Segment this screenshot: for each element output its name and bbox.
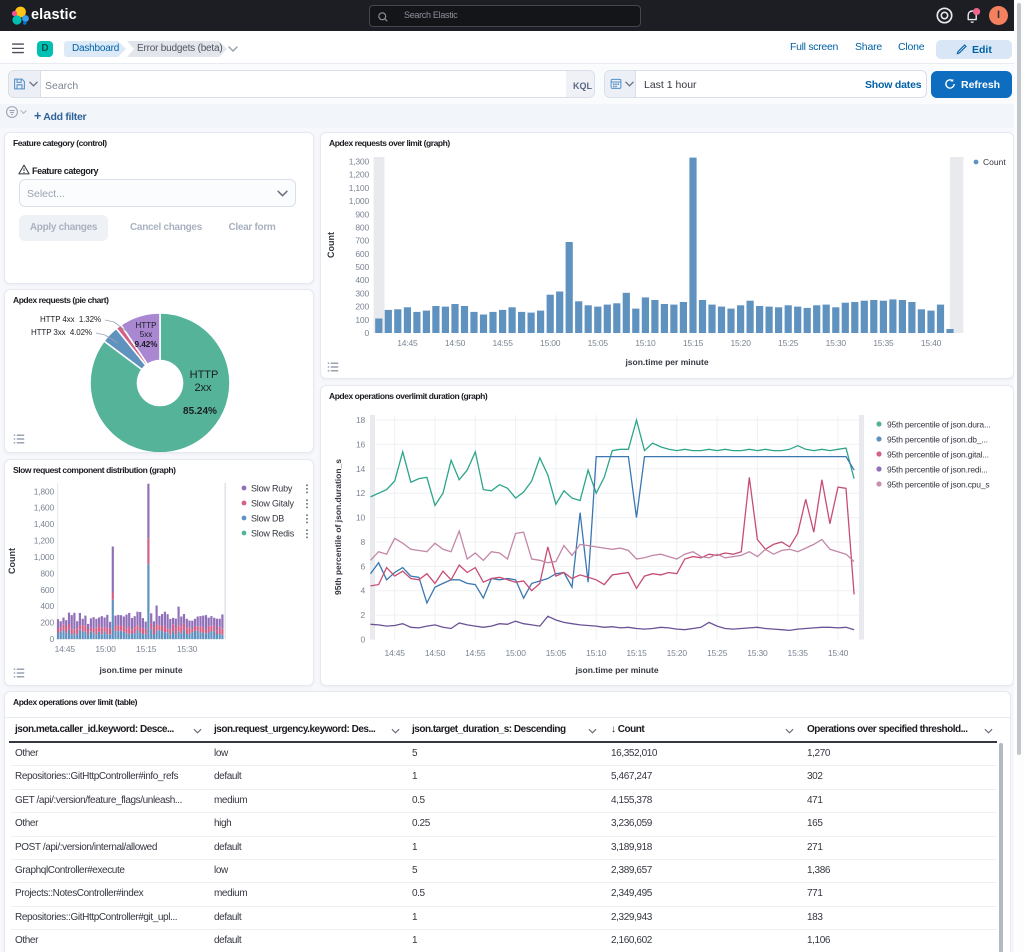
svg-text:0: 0 <box>364 328 369 338</box>
svg-text:1,200: 1,200 <box>349 170 370 180</box>
svg-text:400: 400 <box>355 275 369 285</box>
svg-text:2xx: 2xx <box>194 382 212 394</box>
svg-text:1,800: 1,800 <box>34 486 55 496</box>
svg-text:0: 0 <box>49 634 54 644</box>
svg-text:6: 6 <box>360 561 365 571</box>
svg-text:Count: Count <box>7 548 17 574</box>
svg-text:HTTP 3xx 4.02%: HTTP 3xx 4.02% <box>31 328 92 337</box>
svg-text:100: 100 <box>355 315 369 325</box>
svg-text:14:50: 14:50 <box>425 648 446 658</box>
svg-text:15:15: 15:15 <box>136 644 157 654</box>
svg-text:15:00: 15:00 <box>540 338 561 348</box>
svg-text:4: 4 <box>360 586 365 596</box>
svg-text:1,100: 1,100 <box>349 183 370 193</box>
svg-text:Slow Gitaly: Slow Gitaly <box>251 499 295 509</box>
svg-text:95th percentile of json.gital.: 95th percentile of json.gital... <box>887 450 989 460</box>
svg-text:15:05: 15:05 <box>588 338 609 348</box>
svg-text:800: 800 <box>40 568 54 578</box>
svg-text:15:15: 15:15 <box>683 338 704 348</box>
svg-text:HTTP: HTTP <box>190 369 219 381</box>
svg-text:10: 10 <box>356 513 366 523</box>
svg-text:15:35: 15:35 <box>788 648 809 658</box>
svg-text:15:40: 15:40 <box>921 338 942 348</box>
svg-text:300: 300 <box>355 288 369 298</box>
svg-text:14:50: 14:50 <box>445 338 466 348</box>
svg-text:95th percentile of json.db_...: 95th percentile of json.db_... <box>887 435 988 445</box>
svg-text:0: 0 <box>360 635 365 645</box>
svg-text:200: 200 <box>40 618 54 628</box>
svg-text:14:45: 14:45 <box>397 338 418 348</box>
svg-text:14:45: 14:45 <box>385 648 406 658</box>
svg-text:15:00: 15:00 <box>95 644 116 654</box>
svg-text:15:35: 15:35 <box>873 338 894 348</box>
svg-text:14:55: 14:55 <box>465 648 486 658</box>
svg-text:1,200: 1,200 <box>34 536 55 546</box>
svg-text:15:15: 15:15 <box>626 648 647 658</box>
svg-text:Count: Count <box>326 232 336 258</box>
svg-text:14:45: 14:45 <box>55 644 76 654</box>
svg-text:15:25: 15:25 <box>778 338 799 348</box>
svg-text:2: 2 <box>360 610 365 620</box>
svg-text:15:10: 15:10 <box>586 648 607 658</box>
svg-text:15:30: 15:30 <box>177 644 198 654</box>
svg-text:95th percentile of json.durati: 95th percentile of json.duration_s <box>333 459 343 595</box>
svg-text:json.time per minute: json.time per minute <box>624 357 708 367</box>
svg-text:500: 500 <box>355 262 369 272</box>
svg-text:1,400: 1,400 <box>34 519 55 529</box>
svg-text:Slow Ruby: Slow Ruby <box>251 484 293 494</box>
svg-text:HTTP: HTTP <box>136 321 157 330</box>
svg-text:200: 200 <box>355 302 369 312</box>
svg-text:400: 400 <box>40 601 54 611</box>
svg-text:14:55: 14:55 <box>492 338 513 348</box>
svg-text:15:05: 15:05 <box>546 648 567 658</box>
svg-text:95th percentile of json.cpu_s: 95th percentile of json.cpu_s <box>887 480 989 490</box>
svg-text:15:30: 15:30 <box>747 648 768 658</box>
svg-text:600: 600 <box>40 585 54 595</box>
svg-text:15:30: 15:30 <box>826 338 847 348</box>
svg-text:1,000: 1,000 <box>349 196 370 206</box>
svg-text:1,600: 1,600 <box>34 503 55 513</box>
svg-text:5xx: 5xx <box>140 330 152 339</box>
svg-text:800: 800 <box>355 223 369 233</box>
svg-text:15:10: 15:10 <box>635 338 656 348</box>
svg-text:14: 14 <box>356 464 366 474</box>
svg-text:85.24%: 85.24% <box>183 406 217 417</box>
svg-text:Slow Redis: Slow Redis <box>251 529 295 539</box>
svg-text:1,000: 1,000 <box>34 552 55 562</box>
svg-text:900: 900 <box>355 209 369 219</box>
svg-text:15:40: 15:40 <box>828 648 849 658</box>
svg-text:HTTP 4xx 1.32%: HTTP 4xx 1.32% <box>40 315 101 324</box>
svg-text:600: 600 <box>355 249 369 259</box>
svg-text:json.time per minute: json.time per minute <box>574 665 658 675</box>
svg-text:18: 18 <box>356 415 366 425</box>
svg-text:16: 16 <box>356 439 366 449</box>
svg-text:15:20: 15:20 <box>730 338 751 348</box>
svg-text:95th percentile of json.dura..: 95th percentile of json.dura... <box>887 420 990 430</box>
svg-text:12: 12 <box>356 488 366 498</box>
svg-text:15:25: 15:25 <box>707 648 728 658</box>
svg-text:json.time per minute: json.time per minute <box>98 665 182 675</box>
svg-text:8: 8 <box>360 537 365 547</box>
svg-text:1,300: 1,300 <box>349 157 370 167</box>
svg-text:Slow DB: Slow DB <box>251 514 284 524</box>
svg-text:15:00: 15:00 <box>505 648 526 658</box>
svg-text:700: 700 <box>355 236 369 246</box>
svg-text:Count: Count <box>983 157 1006 167</box>
svg-text:9.42%: 9.42% <box>135 340 158 349</box>
svg-text:15:20: 15:20 <box>667 648 688 658</box>
svg-text:95th percentile of json.redi..: 95th percentile of json.redi... <box>887 465 988 475</box>
